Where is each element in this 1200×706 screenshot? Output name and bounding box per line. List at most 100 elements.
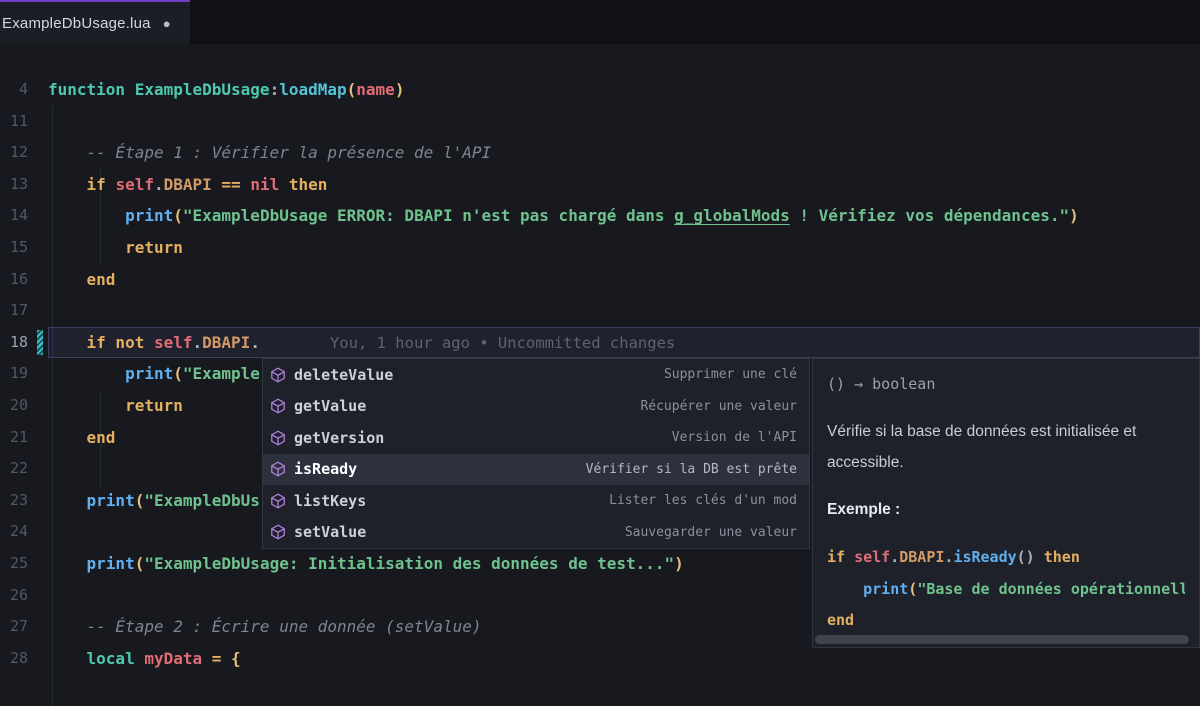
suggest-item-listKeys[interactable]: listKeysLister les clés d'un mod [263,485,809,517]
modified-dot-icon[interactable]: ● [163,16,171,31]
line-number[interactable]: 17 [0,295,28,327]
gutter[interactable] [28,580,48,612]
code-token: print [125,364,173,383]
gutter[interactable] [28,453,48,485]
code-line-16[interactable]: 16 end [0,264,1200,296]
code-token: { [231,649,241,668]
suggest-detail: Version de l'API [672,430,797,445]
gutter[interactable] [28,516,48,548]
method-description: Vérifie si la base de données est initia… [827,416,1185,478]
gutter[interactable] [28,611,48,643]
code-token: ) [1069,206,1079,225]
code-token: then [1035,548,1080,566]
gutter[interactable] [28,358,48,390]
line-number[interactable]: 14 [0,200,28,232]
line-number[interactable]: 15 [0,232,28,264]
code-text[interactable]: return [48,232,1200,264]
line-number[interactable]: 13 [0,169,28,201]
gutter[interactable] [28,485,48,517]
method-icon [269,429,287,447]
code-token [48,554,87,573]
code-token: self [115,175,154,194]
suggest-item-deleteValue[interactable]: deleteValueSupprimer une clé [263,359,809,391]
code-text[interactable]: if not self.DBAPI.You, 1 hour ago • Unco… [48,327,1200,359]
code-token: isReady [953,548,1016,566]
code-line-12[interactable]: 12 -- Étape 1 : Vérifier la présence de … [0,137,1200,169]
line-number[interactable]: 18 [0,327,28,359]
code-token: ) [674,554,684,573]
code-token [48,396,125,415]
gutter[interactable] [28,643,48,675]
line-number[interactable]: 25 [0,548,28,580]
line-number[interactable]: 19 [0,358,28,390]
gutter[interactable] [28,74,48,106]
code-text[interactable]: end [48,264,1200,296]
gutter[interactable] [28,264,48,296]
code-token: ( [173,364,183,383]
suggest-item-isReady[interactable]: isReadyVérifier si la DB est prête [263,454,809,486]
line-number[interactable]: 23 [0,485,28,517]
code-line-13[interactable]: 13 if self.DBAPI == nil then [0,169,1200,201]
line-number[interactable]: 28 [0,643,28,675]
code-token: DBAPI [202,333,250,352]
gutter[interactable] [28,390,48,422]
code-line-15[interactable]: 15 return [0,232,1200,264]
line-number[interactable]: 12 [0,137,28,169]
suggest-label: getValue [294,397,366,415]
line-number[interactable]: 21 [0,422,28,454]
code-line-14[interactable]: 14 print("ExampleDbUsage ERROR: DBAPI n'… [0,200,1200,232]
suggest-detail: Supprimer une clé [664,367,797,382]
code-line-11[interactable]: 11 [0,106,1200,138]
code-line-4[interactable]: 4 function ExampleDbUsage:loadMap(name) [0,74,1200,106]
line-number[interactable]: 11 [0,106,28,138]
modified-change-indicator[interactable] [37,330,43,356]
code-token: print [863,580,908,598]
code-token [48,428,87,447]
suggest-item-getVersion[interactable]: getVersionVersion de l'API [263,422,809,454]
code-text[interactable]: function ExampleDbUsage:loadMap(name) [48,74,1200,106]
gutter[interactable] [28,548,48,580]
gutter[interactable] [28,106,48,138]
code-line-17[interactable]: 17 [0,295,1200,327]
tab-exampledbusage[interactable]: ExampleDbUsage.lua ● [0,0,190,44]
suggest-detail: Vérifier si la DB est prête [586,462,797,477]
line-number[interactable]: 27 [0,611,28,643]
suggest-item-getValue[interactable]: getValueRécupérer une valeur [263,391,809,423]
gutter[interactable] [28,137,48,169]
gutter[interactable] [28,422,48,454]
code-token: : [270,80,280,99]
code-line-18[interactable]: 18 if not self.DBAPI.You, 1 hour ago • U… [0,327,1200,359]
horizontal-scrollbar[interactable] [815,635,1189,644]
tab-title: ExampleDbUsage.lua [2,15,151,32]
gutter[interactable] [28,200,48,232]
gutter[interactable] [28,169,48,201]
git-blame-annotation: You, 1 hour ago • Uncommitted changes [260,334,675,352]
method-icon [269,460,287,478]
line-number[interactable]: 16 [0,264,28,296]
line-number[interactable]: 20 [0,390,28,422]
line-number[interactable]: 26 [0,580,28,612]
suggest-item-setValue[interactable]: setValueSauvegarder une valeur [263,517,809,549]
code-token: print [87,491,135,510]
code-token: if [87,175,116,194]
code-token [48,238,125,257]
code-token [48,175,87,194]
gutter[interactable] [28,295,48,327]
line-number[interactable]: 4 [0,74,28,106]
code-text[interactable] [48,295,1200,327]
line-number[interactable]: 22 [0,453,28,485]
code-token [48,491,87,510]
autocomplete-popup: deleteValueSupprimer une clégetValueRécu… [262,358,810,549]
suggestion-docs-panel: () → boolean Vérifie si la base de donné… [812,358,1200,648]
code-text[interactable] [48,106,1200,138]
gutter[interactable] [28,327,48,359]
gutter[interactable] [28,232,48,264]
code-text[interactable]: -- Étape 1 : Vérifier la présence de l'A… [48,137,1200,169]
code-text[interactable]: print("ExampleDbUsage ERROR: DBAPI n'est… [48,200,1200,232]
code-token: self [854,548,890,566]
code-token: ! Vérifiez vos dépendances." [790,206,1069,225]
code-token [48,270,87,289]
code-token: "ExampleDbUsage ERROR: DBAPI n'est pas c… [183,206,674,225]
code-text[interactable]: if self.DBAPI == nil then [48,169,1200,201]
line-number[interactable]: 24 [0,516,28,548]
